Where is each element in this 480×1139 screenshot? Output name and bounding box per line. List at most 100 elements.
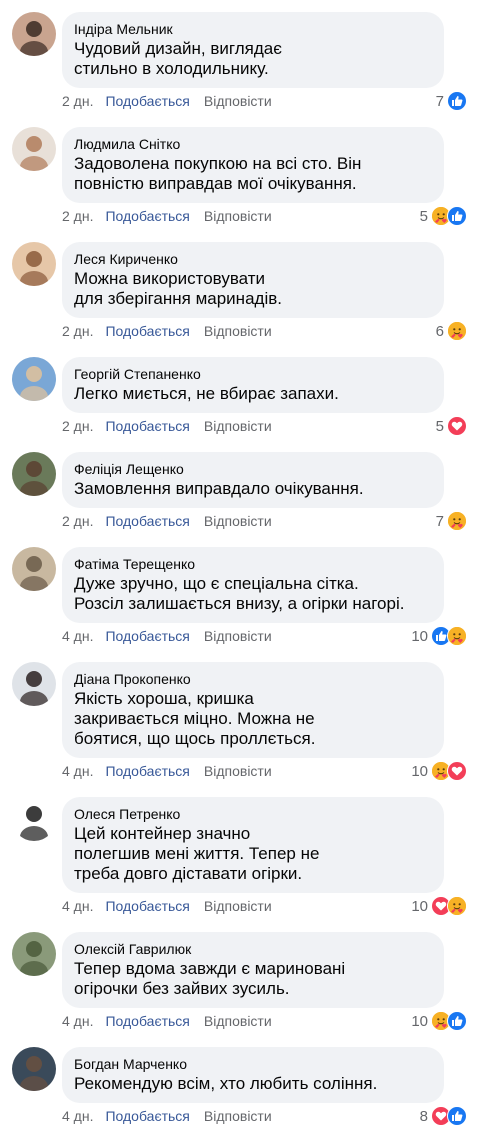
avatar[interactable] bbox=[12, 1047, 56, 1091]
reply-button[interactable]: Відповісти bbox=[204, 207, 272, 225]
comment-timestamp[interactable]: 2 дн. bbox=[62, 417, 93, 435]
reactions-summary[interactable]: 5 bbox=[420, 206, 467, 226]
comment-actions: 2 дн. Подобається Відповісти bbox=[62, 322, 272, 340]
like-button[interactable]: Подобається bbox=[105, 92, 189, 110]
reactions-summary[interactable]: 10 bbox=[411, 1011, 467, 1031]
reply-button[interactable]: Відповісти bbox=[204, 897, 272, 915]
comment-timestamp[interactable]: 4 дн. bbox=[62, 897, 93, 915]
reply-button[interactable]: Відповісти bbox=[204, 92, 272, 110]
comment-text: Якість хороша, кришка закривається міцно… bbox=[74, 689, 316, 748]
reply-button[interactable]: Відповісти bbox=[204, 1012, 272, 1030]
comment-timestamp[interactable]: 2 дн. bbox=[62, 207, 93, 225]
comment-bubble: Людмила Снітко Задоволена покупкою на всі… bbox=[62, 127, 444, 203]
comment-bubble: Діана Прокопенко Якість хороша, кришка за… bbox=[62, 662, 444, 758]
comment-author[interactable]: Людмила Снітко bbox=[74, 135, 432, 153]
avatar[interactable] bbox=[12, 452, 56, 496]
reaction-count: 5 bbox=[419, 207, 428, 225]
like-icon bbox=[447, 206, 467, 226]
reaction-count: 10 bbox=[411, 627, 428, 645]
comment-author[interactable]: Фатіма Терещенко bbox=[74, 555, 432, 573]
comment-bubble: Феліція Лещенко Замовлення виправдало очі… bbox=[62, 452, 444, 508]
like-icon bbox=[447, 1106, 467, 1126]
reaction-icons bbox=[431, 1011, 467, 1031]
avatar[interactable] bbox=[12, 357, 56, 401]
reaction-icons bbox=[431, 626, 467, 646]
comment-author[interactable]: Олеся Петренко bbox=[74, 805, 432, 823]
reactions-summary[interactable]: 5 bbox=[436, 416, 467, 436]
like-button[interactable]: Подобається bbox=[105, 1012, 189, 1030]
comment-text: Рекомендую всім, хто любить соління. bbox=[74, 1074, 378, 1093]
comment-timestamp[interactable]: 4 дн. bbox=[62, 762, 93, 780]
comment-text: Цей контейнер значно полегшив мені життя… bbox=[74, 824, 320, 883]
reaction-icons bbox=[447, 416, 467, 436]
reactions-summary[interactable]: 10 bbox=[411, 896, 467, 916]
comment-timestamp[interactable]: 4 дн. bbox=[62, 627, 93, 645]
avatar[interactable] bbox=[12, 547, 56, 591]
comment-actions: 4 дн. Подобається Відповісти bbox=[62, 762, 272, 780]
comment-author[interactable]: Богдан Марченко bbox=[74, 1055, 432, 1073]
comment-bubble: Фатіма Терещенко Дуже зручно, що є спеціа… bbox=[62, 547, 444, 623]
reactions-summary[interactable]: 10 bbox=[411, 761, 467, 781]
comment-text: Легко миється, не вбирає запахи. bbox=[74, 384, 339, 403]
comment-text: Можна використовувати для зберігання мар… bbox=[74, 269, 282, 308]
reply-button[interactable]: Відповісти bbox=[204, 1107, 272, 1125]
comment-actions: 4 дн. Подобається Відповісти bbox=[62, 897, 272, 915]
comment-author[interactable]: Олексій Гаврилюк bbox=[74, 940, 432, 958]
like-button[interactable]: Подобається bbox=[105, 512, 189, 530]
love-icon bbox=[447, 416, 467, 436]
comment-timestamp[interactable]: 2 дн. bbox=[62, 322, 93, 340]
avatar[interactable] bbox=[12, 12, 56, 56]
like-button[interactable]: Подобається bbox=[105, 207, 189, 225]
reaction-icons bbox=[447, 91, 467, 111]
reaction-count: 10 bbox=[411, 762, 428, 780]
comment-actions: 2 дн. Подобається Відповісти bbox=[62, 92, 272, 110]
reply-button[interactable]: Відповісти bbox=[204, 762, 272, 780]
comment-bubble: Леся Кириченко Можна використовувати для … bbox=[62, 242, 444, 318]
like-button[interactable]: Подобається bbox=[105, 322, 189, 340]
reactions-summary[interactable]: 6 bbox=[436, 321, 467, 341]
comment-author[interactable]: Георгій Степаненко bbox=[74, 365, 432, 383]
care-icon bbox=[447, 511, 467, 531]
like-button[interactable]: Подобається bbox=[105, 897, 189, 915]
reply-button[interactable]: Відповісти bbox=[204, 512, 272, 530]
like-button[interactable]: Подобається bbox=[105, 627, 189, 645]
care-icon bbox=[447, 626, 467, 646]
reactions-summary[interactable]: 8 bbox=[420, 1106, 467, 1126]
comment-author[interactable]: Феліція Лещенко bbox=[74, 460, 432, 478]
reply-button[interactable]: Відповісти bbox=[204, 627, 272, 645]
comment-author[interactable]: Діана Прокопенко bbox=[74, 670, 432, 688]
comment-text: Тепер вдома завжди є мариновані огірочки… bbox=[74, 959, 346, 998]
care-icon bbox=[447, 321, 467, 341]
comment-author[interactable]: Індіра Мельник bbox=[74, 20, 432, 38]
reaction-icons bbox=[431, 1106, 467, 1126]
reply-button[interactable]: Відповісти bbox=[204, 322, 272, 340]
reaction-icons bbox=[431, 761, 467, 781]
reactions-summary[interactable]: 10 bbox=[411, 626, 467, 646]
comment-timestamp[interactable]: 2 дн. bbox=[62, 92, 93, 110]
comment-bubble: Богдан Марченко Рекомендую всім, хто люби… bbox=[62, 1047, 444, 1103]
reaction-count: 8 bbox=[419, 1107, 428, 1125]
avatar[interactable] bbox=[12, 932, 56, 976]
like-icon bbox=[447, 91, 467, 111]
avatar[interactable] bbox=[12, 797, 56, 841]
reactions-summary[interactable]: 7 bbox=[436, 511, 467, 531]
avatar[interactable] bbox=[12, 242, 56, 286]
comment-author[interactable]: Леся Кириченко bbox=[74, 250, 432, 268]
like-icon bbox=[447, 1011, 467, 1031]
reactions-summary[interactable]: 7 bbox=[436, 91, 467, 111]
comment-bubble: Олеся Петренко Цей контейнер значно полег… bbox=[62, 797, 444, 893]
like-button[interactable]: Подобається bbox=[105, 417, 189, 435]
comment-bubble: Георгій Степаненко Легко миється, не вбир… bbox=[62, 357, 444, 413]
comment-text: Задоволена покупкою на всі сто. Він повн… bbox=[74, 154, 362, 193]
comment-timestamp[interactable]: 4 дн. bbox=[62, 1012, 93, 1030]
reply-button[interactable]: Відповісти bbox=[204, 417, 272, 435]
comment-text: Замовлення виправдало очікування. bbox=[74, 479, 364, 498]
comment-timestamp[interactable]: 2 дн. bbox=[62, 512, 93, 530]
avatar[interactable] bbox=[12, 127, 56, 171]
like-button[interactable]: Подобається bbox=[105, 762, 189, 780]
like-button[interactable]: Подобається bbox=[105, 1107, 189, 1125]
avatar[interactable] bbox=[12, 662, 56, 706]
comment-actions: 2 дн. Подобається Відповісти bbox=[62, 512, 272, 530]
comment-timestamp[interactable]: 4 дн. bbox=[62, 1107, 93, 1125]
reaction-icons bbox=[431, 206, 467, 226]
